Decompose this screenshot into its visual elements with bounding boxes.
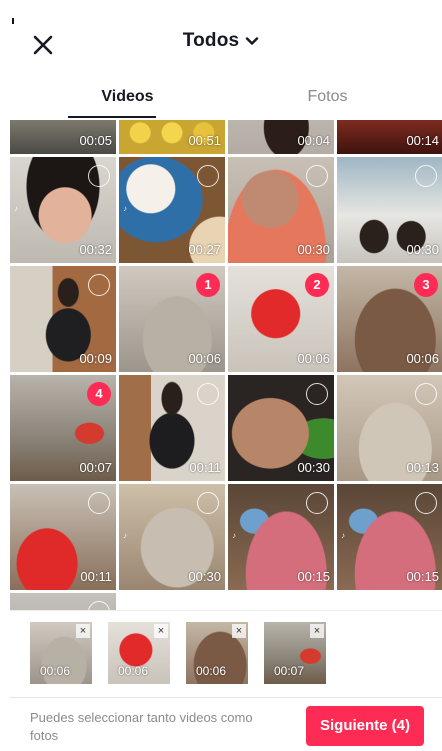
- grid-item[interactable]: 4 00:07: [10, 375, 116, 481]
- video-duration: 00:30: [297, 460, 330, 475]
- grid-item[interactable]: ♪ 00:27: [119, 157, 225, 263]
- selection-circle-icon[interactable]: [88, 492, 110, 514]
- tab-fotos[interactable]: Fotos: [217, 78, 438, 118]
- video-duration: 00:06: [196, 664, 227, 678]
- selection-circle-icon[interactable]: [415, 383, 437, 405]
- selection-order-badge[interactable]: 2: [305, 273, 329, 297]
- video-duration: 00:06: [40, 664, 71, 678]
- active-tab-indicator: [68, 116, 156, 118]
- watermark-icon: ♪: [123, 204, 127, 213]
- grid-item[interactable]: ♪ 00:32: [10, 157, 116, 263]
- video-duration: 00:15: [406, 569, 439, 584]
- selected-item[interactable]: × 00:06: [108, 622, 170, 684]
- grid-item[interactable]: 00:05: [10, 120, 116, 154]
- grid-item[interactable]: 3 00:06: [337, 266, 442, 372]
- grid-item[interactable]: 00:30: [228, 375, 334, 481]
- header: Todos: [0, 24, 442, 64]
- video-duration: 00:06: [406, 351, 439, 366]
- tray-divider: [10, 610, 442, 611]
- remove-icon[interactable]: ×: [154, 624, 168, 638]
- selection-hint: Puedes seleccionar tanto videos como fot…: [30, 710, 253, 743]
- video-duration: 00:05: [79, 133, 112, 148]
- selection-order-badge[interactable]: 1: [196, 273, 220, 297]
- video-duration: 00:06: [297, 351, 330, 366]
- video-duration: 00:11: [189, 460, 221, 475]
- grid-item[interactable]: 00:11: [119, 375, 225, 481]
- selection-circle-icon[interactable]: [88, 165, 110, 187]
- video-duration: 00:07: [79, 460, 112, 475]
- grid-item[interactable]: [10, 593, 116, 610]
- video-duration: 00:30: [406, 242, 439, 257]
- video-duration: 00:15: [297, 569, 330, 584]
- grid-item[interactable]: 1 00:06: [119, 266, 225, 372]
- grid-item[interactable]: 00:14: [337, 120, 442, 154]
- footer-divider: [10, 697, 442, 698]
- video-duration: 00:14: [406, 133, 439, 148]
- video-duration: 00:30: [188, 569, 221, 584]
- selection-circle-icon[interactable]: [415, 165, 437, 187]
- selection-circle-icon[interactable]: [306, 492, 328, 514]
- video-duration: 00:06: [188, 351, 221, 366]
- watermark-icon: ♪: [341, 531, 345, 540]
- grid-item[interactable]: 00:04: [228, 120, 334, 154]
- video-duration: 00:04: [297, 133, 330, 148]
- video-duration: 00:51: [188, 133, 221, 148]
- album-title: Todos: [182, 30, 240, 51]
- remove-icon[interactable]: ×: [76, 624, 90, 638]
- selection-circle-icon[interactable]: [197, 383, 219, 405]
- remove-icon[interactable]: ×: [232, 624, 246, 638]
- selection-circle-icon[interactable]: [306, 165, 328, 187]
- grid-item[interactable]: ♪ 00:30: [119, 484, 225, 590]
- remove-icon[interactable]: ×: [310, 624, 324, 638]
- media-tabs: Videos Fotos: [0, 78, 442, 120]
- selected-tray: × 00:06 × 00:06 × 00:06 × 00:07: [0, 622, 442, 686]
- chevron-down-icon: [245, 34, 259, 48]
- selection-circle-icon[interactable]: [306, 383, 328, 405]
- selection-circle-icon[interactable]: [88, 274, 110, 296]
- selection-circle-icon[interactable]: [197, 492, 219, 514]
- video-duration: 00:06: [118, 664, 149, 678]
- grid-item[interactable]: 00:11: [10, 484, 116, 590]
- selected-item[interactable]: × 00:07: [264, 622, 326, 684]
- grid-item[interactable]: 2 00:06: [228, 266, 334, 372]
- grid-item[interactable]: 00:30: [228, 157, 334, 263]
- grid-item[interactable]: 00:51: [119, 120, 225, 154]
- media-grid: 00:05 00:51 00:04 00:14 ♪ 00:32 ♪ 00:27 …: [10, 120, 442, 610]
- video-duration: 00:27: [188, 242, 221, 257]
- grid-item[interactable]: 00:30: [337, 157, 442, 263]
- grid-item[interactable]: 00:09: [10, 266, 116, 372]
- selection-circle-icon[interactable]: [415, 492, 437, 514]
- grid-item[interactable]: 00:13: [337, 375, 442, 481]
- tab-videos[interactable]: Videos: [17, 78, 238, 118]
- selection-order-badge[interactable]: 3: [414, 273, 438, 297]
- selected-item[interactable]: × 00:06: [30, 622, 92, 684]
- video-duration: 00:11: [80, 569, 112, 584]
- video-duration: 00:07: [274, 664, 305, 678]
- video-duration: 00:13: [406, 460, 439, 475]
- video-duration: 00:09: [79, 351, 112, 366]
- video-duration: 00:30: [297, 242, 330, 257]
- grid-item[interactable]: ♪ 00:15: [228, 484, 334, 590]
- selection-order-badge[interactable]: 4: [87, 382, 111, 406]
- grid-item[interactable]: ♪ 00:15: [337, 484, 442, 590]
- watermark-icon: ♪: [232, 531, 236, 540]
- watermark-icon: ♪: [14, 204, 18, 213]
- next-button[interactable]: Siguiente (4): [306, 706, 424, 746]
- video-duration: 00:32: [79, 242, 112, 257]
- album-selector[interactable]: Todos: [0, 30, 442, 52]
- selected-item[interactable]: × 00:06: [186, 622, 248, 684]
- watermark-icon: ♪: [123, 531, 127, 540]
- selection-circle-icon[interactable]: [197, 165, 219, 187]
